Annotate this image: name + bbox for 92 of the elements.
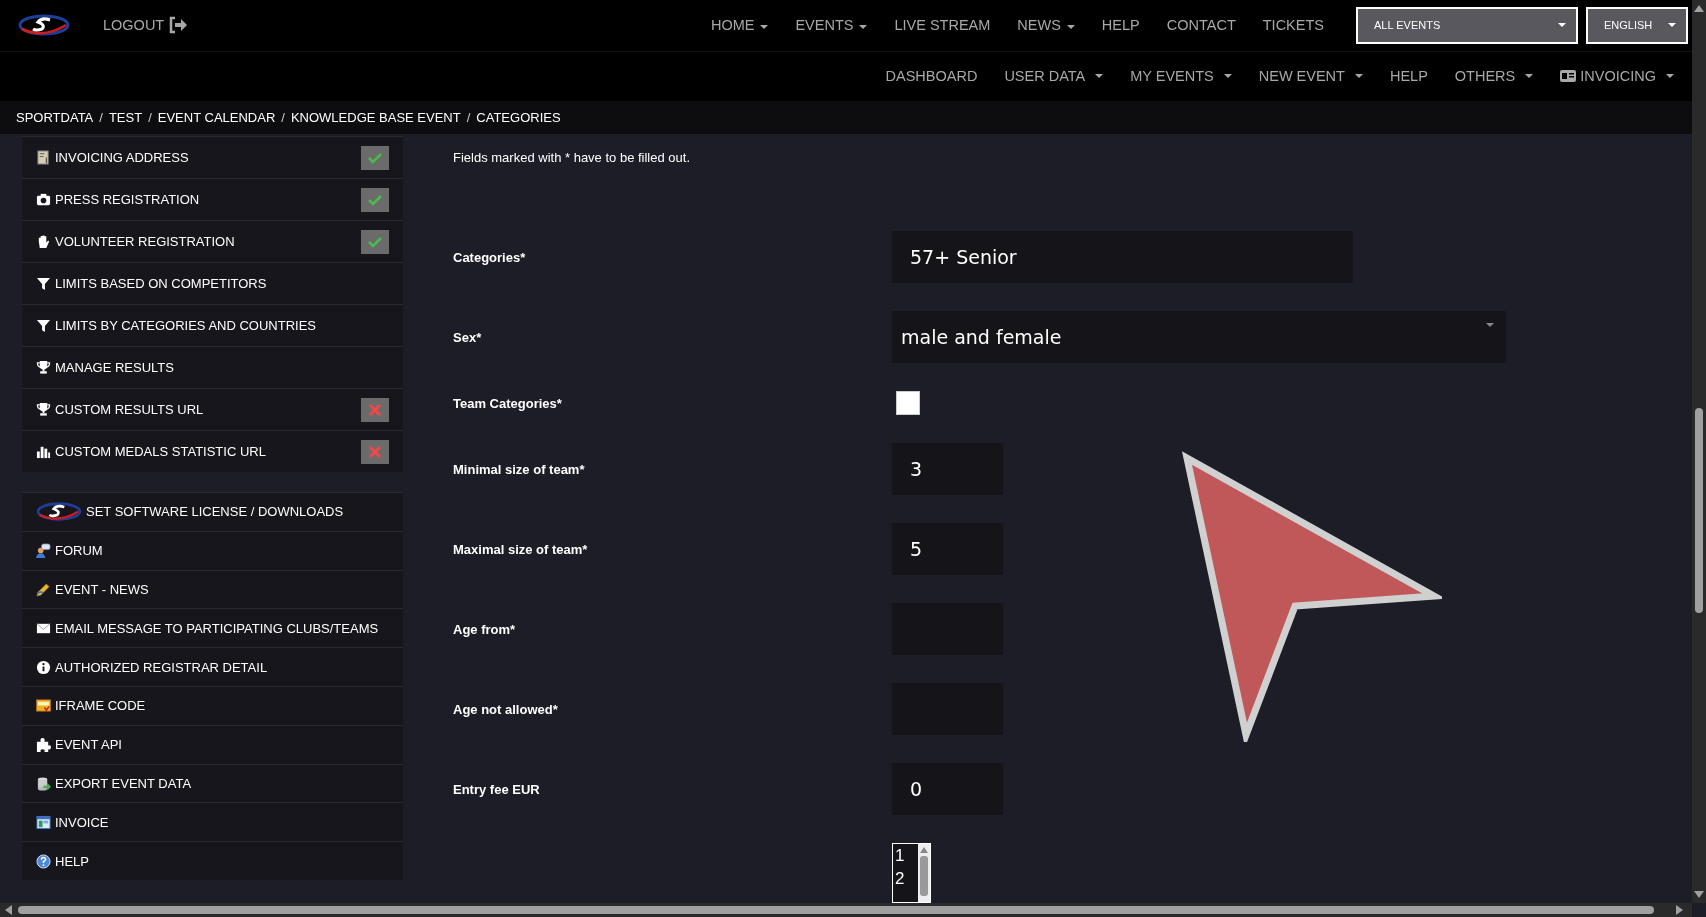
breadcrumb-separator: / (99, 109, 103, 125)
input-field[interactable]: 57+ Senior (892, 231, 1353, 283)
card-icon (1560, 70, 1577, 83)
nav-link[interactable]: MY EVENTS (1130, 68, 1232, 85)
nav-link[interactable]: OTHERS (1454, 68, 1534, 85)
trophy-icon (36, 402, 51, 417)
select-field[interactable]: male and female (892, 311, 1506, 363)
required-fields-hint: Fields marked with * have to be filled out. (453, 150, 691, 165)
field-label: Sex* (453, 329, 483, 345)
sidebar-item[interactable]: LIMITS BASED ON COMPETITORS (22, 262, 403, 304)
scroll-left-icon[interactable] (4, 905, 12, 915)
caret-icon (1558, 23, 1566, 28)
bar-chart-icon (36, 444, 51, 459)
nav-link[interactable]: HELP (1389, 68, 1428, 85)
sidebar-item[interactable]: FORUM (22, 530, 403, 570)
field-label: Age from* (453, 621, 517, 637)
breadcrumb-link[interactable]: KNOWLEDGE BASE EVENT (290, 109, 461, 125)
breadcrumb-separator: / (148, 109, 152, 125)
css-file-icon (36, 698, 51, 714)
scroll-up-icon[interactable] (920, 847, 929, 853)
field-label: Categories* (453, 249, 527, 265)
breadcrumb-link[interactable]: EVENT CALENDAR (157, 109, 276, 125)
person-speech-bubble-icon (36, 543, 51, 559)
list-option[interactable]: 1 (895, 844, 919, 867)
nav-link[interactable]: INVOICING (1560, 68, 1674, 85)
info-icon (36, 659, 51, 675)
list-option[interactable]: 2 (895, 867, 919, 890)
trophy-icon (36, 360, 51, 375)
envelope-icon (36, 620, 51, 636)
receipt-icon (36, 150, 51, 165)
sidebar-item[interactable]: INVOICE (22, 802, 403, 842)
event-select[interactable]: ALL EVENTS (1356, 6, 1578, 44)
breadcrumb-separator: / (281, 109, 285, 125)
nav-link[interactable]: DASHBOARD (885, 68, 978, 85)
logout-link[interactable]: LOGOUT (103, 16, 189, 35)
scrollbar-thumb[interactable] (1695, 408, 1703, 613)
scrollbar-thumb[interactable] (18, 906, 1654, 914)
hand-icon (36, 234, 51, 249)
language-select[interactable]: ENGLISH (1586, 6, 1688, 44)
field-label: Entry fee EUR (453, 781, 541, 797)
breadcrumb-link[interactable]: SPORTDATA (16, 109, 94, 125)
sidebar-item[interactable]: CUSTOM MEDALS STATISTIC URL (22, 430, 403, 472)
sidebar-item[interactable]: PRESS REGISTRATION (22, 178, 403, 220)
input-field[interactable]: 5 (892, 523, 1003, 575)
scroll-down-icon[interactable] (1694, 891, 1704, 899)
caret-icon (1668, 23, 1676, 28)
nav-link[interactable]: USER DATA (1004, 68, 1104, 85)
nav-link[interactable]: HELP (1101, 17, 1140, 34)
sidebar-item[interactable]: SET SOFTWARE LICENSE / DOWNLOADS (22, 492, 403, 531)
field-label: Minimal size of team* (453, 461, 586, 477)
nav-link[interactable]: NEWS (1017, 17, 1075, 34)
sidebar-item[interactable]: INVOICING ADDRESS (22, 136, 403, 178)
logout-icon (168, 16, 189, 35)
nav-link[interactable]: CONTACT (1166, 17, 1236, 34)
pencil-icon (36, 582, 51, 597)
nav-link[interactable]: LIVE STREAM (894, 17, 991, 34)
sidebar-item[interactable]: EMAIL MESSAGE TO PARTICIPATING CLUBS/TEAMS (22, 608, 403, 648)
sidebar-item[interactable]: LIMITS BY CATEGORIES AND COUNTRIES (22, 304, 403, 346)
sidebar-item[interactable]: VOLUNTEER REGISTRATION (22, 220, 403, 262)
puzzle-icon (36, 737, 51, 753)
database-export-icon (36, 775, 51, 791)
checkbox[interactable] (896, 391, 920, 415)
breadcrumb-link[interactable]: TEST (108, 109, 143, 125)
filter-icon (36, 276, 51, 291)
field-label: Maximal size of team* (453, 541, 589, 557)
nav-link[interactable]: NEW EVENT (1258, 68, 1363, 85)
scroll-right-icon[interactable] (1676, 905, 1684, 915)
window-icon (36, 814, 51, 830)
breadcrumb-link[interactable]: CATEGORIES (476, 109, 561, 125)
sidebar-item[interactable]: MANAGE RESULTS (22, 346, 403, 388)
nav-link[interactable]: TICKETS (1262, 17, 1324, 34)
scroll-up-icon[interactable] (1694, 4, 1704, 12)
sidebar-item[interactable]: CUSTOM RESULTS URL (22, 388, 403, 430)
breadcrumb-separator: / (466, 109, 471, 125)
nav-link[interactable]: EVENTS (795, 17, 868, 34)
logo-icon (18, 13, 70, 38)
help-icon (36, 853, 51, 869)
sidebar-item[interactable]: EVENT API (22, 724, 403, 764)
sidebar-item[interactable]: EXPORT EVENT DATA (22, 763, 403, 803)
field-label: Team Categories* (453, 395, 563, 411)
list-box[interactable]: 1 2 (892, 843, 931, 903)
sidebar-item[interactable]: IFRAME CODE (22, 686, 403, 725)
field-label: Age not allowed* (453, 701, 559, 717)
filter-icon (36, 318, 51, 333)
sidebar-item[interactable]: HELP (22, 841, 403, 880)
nav-link[interactable]: HOME (710, 17, 769, 34)
logo-icon (36, 501, 82, 523)
sidebar-item[interactable]: EVENT - NEWS (22, 569, 403, 609)
camera-icon (36, 192, 51, 207)
input-field[interactable]: 3 (892, 443, 1003, 495)
sidebar-item[interactable]: AUTHORIZED REGISTRAR DETAIL (22, 647, 403, 686)
input-field[interactable]: 0 (892, 763, 1003, 815)
